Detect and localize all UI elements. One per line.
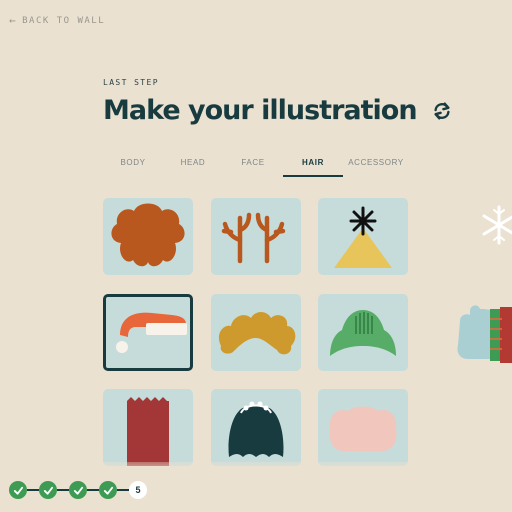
curly-hair-icon	[111, 203, 185, 267]
hair-option-curly-hair[interactable]	[103, 198, 193, 275]
step-label: LAST STEP	[103, 78, 159, 87]
step-5-current: 5	[129, 481, 147, 499]
tab-face[interactable]: FACE	[223, 150, 283, 176]
step-connector	[27, 489, 39, 491]
red-hair-icon	[127, 397, 169, 466]
tab-body[interactable]: BODY	[103, 150, 163, 176]
refresh-icon[interactable]	[431, 100, 453, 122]
title-row: Make your illustration	[103, 95, 453, 126]
tab-accessory[interactable]: ACCESSORY	[343, 150, 409, 176]
tab-head[interactable]: HEAD	[163, 150, 223, 176]
step-connector	[117, 489, 129, 491]
tab-hair[interactable]: HAIR	[283, 150, 343, 176]
pink-hair-icon	[329, 406, 397, 451]
hair-option-wavy-blonde-hair[interactable]	[211, 294, 301, 371]
step-connector	[57, 489, 69, 491]
active-tab-indicator	[283, 175, 343, 177]
checkmark-icon	[43, 486, 53, 495]
wavy-blonde-hair-icon	[218, 312, 296, 355]
hair-option-christmas-tree-star-hat[interactable]	[318, 198, 408, 275]
back-to-wall-link[interactable]: ← BACK TO WALL	[9, 15, 105, 26]
green-beanie-icon	[330, 310, 396, 356]
antlers-icon	[221, 212, 286, 264]
step-2-complete	[39, 481, 57, 499]
hair-option-santa-hat[interactable]	[103, 294, 193, 371]
hair-option-red-flat-hair[interactable]	[103, 389, 193, 466]
checkmark-icon	[103, 486, 113, 495]
santa-hat-icon	[116, 312, 187, 353]
checkmark-icon	[13, 486, 23, 495]
page-title: Make your illustration	[103, 95, 418, 126]
snowflake-icon	[482, 205, 512, 245]
arrow-left-icon: ←	[9, 14, 18, 27]
hair-option-antlers[interactable]	[211, 198, 301, 275]
hair-option-green-beanie[interactable]	[318, 294, 408, 371]
hair-option-tiara-dark-hair[interactable]	[211, 389, 301, 466]
step-connector	[87, 489, 99, 491]
hair-option-pink-hair[interactable]	[318, 389, 408, 466]
step-4-complete	[99, 481, 117, 499]
glove-icon	[457, 305, 512, 363]
back-to-wall-label: BACK TO WALL	[22, 15, 106, 26]
step-1-complete	[9, 481, 27, 499]
step-progress: 5	[9, 481, 147, 499]
star-tree-hat-icon	[334, 206, 392, 268]
checkmark-icon	[73, 486, 83, 495]
step-3-complete	[69, 481, 87, 499]
tiara-dark-hair-icon	[228, 401, 284, 457]
category-tabs: BODY HEAD FACE HAIR ACCESSORY	[103, 150, 409, 178]
